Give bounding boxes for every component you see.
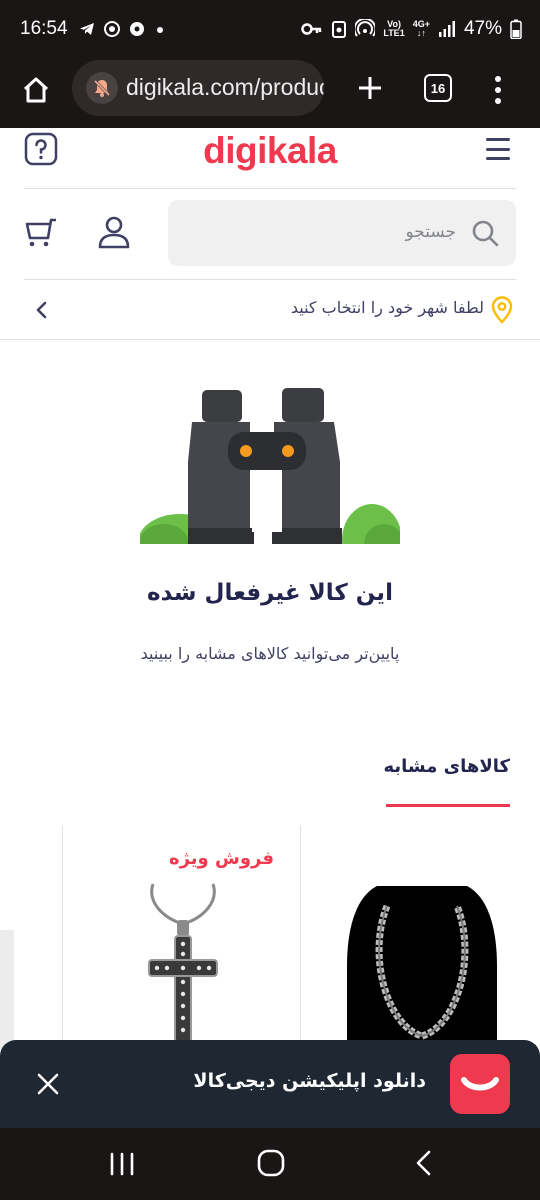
disabled-product-title: این کالا غیرفعال شده (147, 580, 393, 606)
search-input[interactable]: جستجو (168, 200, 516, 266)
city-prompt: لطفا شهر خود را انتخاب کنید (290, 298, 484, 317)
system-navigation-bar (0, 1128, 540, 1200)
app-download-text: دانلود اپلیکیشن دیجی‌کالا (193, 1070, 426, 1092)
telegram-icon (80, 23, 94, 35)
browser-toolbar: digikala.com/product/ 16 (0, 60, 540, 128)
dot-icon (157, 27, 163, 33)
address-bar[interactable]: digikala.com/product/ (72, 60, 324, 116)
browser-home-button[interactable] (16, 70, 56, 110)
android-icon (332, 21, 347, 38)
signal-icon (438, 21, 455, 37)
chevron-left-icon (36, 301, 47, 319)
browser-menu-button[interactable] (484, 70, 512, 110)
key-icon (301, 23, 322, 35)
user-profile-icon[interactable] (96, 214, 132, 250)
city-selector[interactable]: لطفا شهر خود را انتخاب کنید (0, 280, 540, 340)
volte-indicator: Vo) LTE1 (383, 19, 405, 38)
menu-dot (495, 87, 501, 93)
hamburger-line (486, 147, 510, 151)
search-placeholder: جستجو (405, 222, 456, 242)
hamburger-menu-button[interactable] (486, 138, 510, 160)
product-card-partial[interactable] (0, 930, 14, 1050)
smile-icon (461, 1077, 499, 1091)
recent-apps-icon[interactable] (108, 1150, 136, 1178)
hamburger-line (486, 157, 510, 160)
battery-icon (510, 19, 522, 39)
digikala-app-icon (450, 1054, 510, 1114)
special-sale-badge: فروش ویژه (168, 848, 274, 869)
section-underline (386, 804, 510, 807)
cross-pendant-image (148, 883, 218, 1042)
digikala-logo[interactable]: digikala (0, 130, 540, 172)
record-icon (104, 21, 120, 37)
system-icons: Vo) LTE1 4G+ ↓↑ 47% (301, 18, 522, 40)
home-icon (23, 77, 49, 103)
header-divider (24, 188, 516, 189)
location-pin-icon (491, 296, 513, 324)
new-tab-button[interactable] (350, 68, 390, 108)
notification-icons (78, 20, 167, 38)
data-indicator: 4G+ ↓↑ (412, 19, 430, 38)
status-time: 16:54 (20, 18, 68, 39)
site-header: digikala (0, 128, 540, 188)
site-settings-button[interactable] (86, 72, 118, 104)
cart-icon[interactable] (24, 214, 60, 250)
disc-icon (130, 22, 144, 36)
close-icon[interactable] (36, 1072, 60, 1096)
app-download-banner[interactable]: دانلود اپلیکیشن دیجی‌کالا (0, 1040, 540, 1128)
hotspot-icon (355, 19, 376, 37)
url-text: digikala.com/product/ (126, 74, 324, 100)
plus-icon (359, 77, 381, 99)
similar-products-title: کالاهای مشابه (383, 756, 510, 777)
notifications-off-icon (93, 79, 111, 97)
disabled-product-description: پایین‌تر می‌توانید کالاهای مشابه را ببین… (140, 644, 400, 663)
menu-dot (495, 98, 501, 104)
hamburger-line (486, 138, 510, 141)
search-icon (472, 220, 499, 247)
status-bar: 16:54 Vo) LTE1 4G+ ↓↑ 47% (0, 0, 540, 60)
back-icon[interactable] (412, 1148, 436, 1178)
binoculars-illustration (140, 388, 400, 544)
menu-dot (495, 76, 501, 82)
battery-percent: 47% (463, 18, 502, 39)
home-button-icon[interactable] (256, 1148, 286, 1178)
tab-switcher-button[interactable]: 16 (424, 74, 452, 102)
